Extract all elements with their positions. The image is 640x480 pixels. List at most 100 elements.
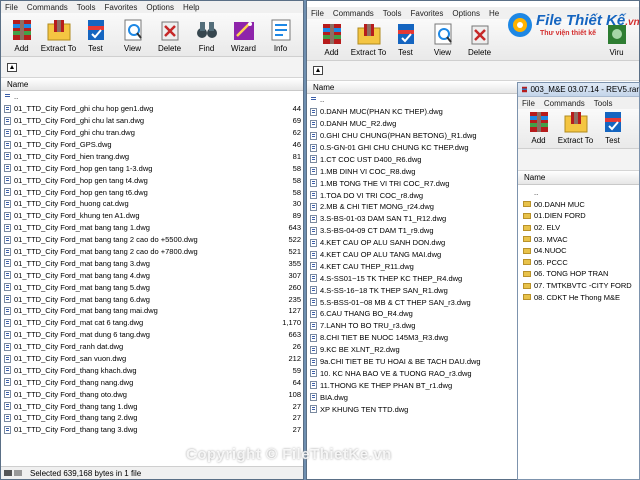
menu-bar: File Commands Tools [518, 97, 639, 109]
table-row[interactable]: 01_TTD_City Ford_thang tang 1.dwg 27 [1, 400, 303, 412]
title-bar[interactable]: 003_M&E 03.07.14 - REV5.rar [518, 83, 639, 97]
table-row[interactable]: 01_TTD_City Ford_hop gen tang 1-3.dwg 58 [1, 162, 303, 174]
add-button[interactable]: Add [520, 110, 557, 148]
test-icon [87, 20, 104, 40]
table-row[interactable]: 01_TTD_City Ford_thang tang 3.dwg 27 [1, 424, 303, 436]
table-row[interactable]: 01_TTD_City Ford_thang nang.dwg 64 [1, 376, 303, 388]
table-row[interactable]: 01_TTD_City Ford_hien trang.dwg 81 [1, 150, 303, 162]
table-row[interactable]: 01_TTD_City Ford_thang oto.dwg 108 [1, 388, 303, 400]
table-row[interactable]: 01_TTD_City Ford_thang tang 2.dwg 27 [1, 412, 303, 424]
column-header-name[interactable]: Name [518, 171, 639, 185]
dwg-file-icon [4, 223, 11, 232]
find-label: Find [198, 44, 215, 53]
menu-commands[interactable]: Commands [27, 3, 68, 12]
menu-commands[interactable]: Commands [544, 99, 585, 108]
table-row[interactable]: 01_TTD_City Ford_mat bang tang 2 cao do … [1, 246, 303, 258]
table-row[interactable]: 01_TTD_City Ford_mat bang tang 1.dwg 643 [1, 222, 303, 234]
extract-to-button[interactable]: Extract To [350, 22, 387, 60]
table-row[interactable]: 01_TTD_City Ford_khung ten A1.dwg 89 [1, 210, 303, 222]
view-button[interactable]: View [424, 22, 461, 60]
archive-window-main[interactable]: File Commands Tools Favorites Options He… [0, 0, 304, 480]
list-item[interactable]: 06. TONG HOP TRAN [518, 268, 639, 280]
test-button[interactable]: Test [387, 22, 424, 60]
extract-to-button[interactable]: Extract To [40, 18, 77, 56]
folder-icon [523, 282, 531, 289]
folder-name: 07. TMTKBVTC -CITY FORD [534, 281, 632, 291]
table-row[interactable]: 01_TTD_City Ford_mat bang tang 4.dwg 307 [1, 269, 303, 281]
delete-button[interactable]: Delete [151, 18, 188, 56]
wizard-button[interactable]: Wizard [225, 18, 262, 56]
list-item[interactable]: 04.NUOC [518, 245, 639, 257]
list-item[interactable]: 01.DIEN FORD [518, 210, 639, 222]
list-item[interactable]: 08. CDKT He Thong M&E [518, 291, 639, 303]
table-row[interactable]: 01_TTD_City Ford_ghi chu hop gen1.dwg 44 [1, 103, 303, 115]
file-size: 58 [292, 187, 301, 197]
up-folder-button[interactable] [313, 66, 323, 75]
dwg-file-icon [4, 402, 11, 411]
list-item[interactable]: .. [518, 187, 639, 199]
table-row[interactable]: 01_TTD_City Ford_huong cat.dwg 30 [1, 198, 303, 210]
menu-tools[interactable]: Tools [383, 9, 402, 18]
dwg-file-icon [310, 333, 317, 342]
menu-file[interactable]: File [311, 9, 324, 18]
extract-to-button[interactable]: Extract To [557, 110, 594, 148]
test-icon [397, 24, 414, 44]
menu-options[interactable]: Options [146, 3, 174, 12]
table-row[interactable]: 01_TTD_City Ford_hop gen tang t4.dwg 58 [1, 174, 303, 186]
list-item[interactable]: 05. PCCC [518, 257, 639, 269]
menu-file[interactable]: File [522, 99, 535, 108]
list-item[interactable]: 02. ELV [518, 222, 639, 234]
test-button[interactable]: Test [594, 110, 631, 148]
add-button[interactable]: Add [313, 22, 350, 60]
table-row[interactable]: .. [1, 91, 303, 103]
find-button[interactable]: Find [188, 18, 225, 56]
table-row[interactable]: 01_TTD_City Ford_mat bang tang 3.dwg 355 [1, 257, 303, 269]
delete-button[interactable]: Delete [461, 22, 498, 60]
dwg-file-icon [4, 247, 11, 256]
menu-favorites[interactable]: Favorites [104, 3, 137, 12]
dwg-file-icon [310, 131, 317, 140]
file-list: .. 01_TTD_City Ford_ghi chu hop gen1.dwg 4… [1, 91, 303, 436]
table-row[interactable]: 01_TTD_City Ford_mat bang tang 5.dwg 260 [1, 281, 303, 293]
info-button[interactable]: Info [262, 18, 299, 56]
test-button[interactable]: Test [77, 18, 114, 56]
dwg-file-icon [4, 259, 11, 268]
window-title: 003_M&E 03.07.14 - REV5.rar [530, 85, 639, 94]
menu-options[interactable]: Options [452, 9, 480, 18]
table-row[interactable]: 01_TTD_City Ford_san vuon.dwg 212 [1, 353, 303, 365]
table-row[interactable]: 01_TTD_City Ford_ghi chu tran.dwg 62 [1, 127, 303, 139]
file-size: 89 [292, 211, 301, 221]
menu-help[interactable]: He [489, 9, 499, 18]
dwg-file-icon [310, 321, 317, 330]
test-label: Test [398, 48, 413, 57]
menu-help[interactable]: Help [183, 3, 199, 12]
file-name: 01_TTD_City Ford_ghi chu tran.dwg [14, 128, 135, 138]
dwg-file-icon [310, 214, 317, 223]
column-header-name[interactable]: Name [1, 78, 303, 91]
file-name: 01_TTD_City Ford_ghi chu lat san.dwg [14, 116, 145, 126]
archive-window-me[interactable]: 003_M&E 03.07.14 - REV5.rar File Command… [517, 82, 640, 480]
table-row[interactable]: 01_TTD_City Ford_ranh dat.dwg 26 [1, 341, 303, 353]
table-row[interactable]: 01_TTD_City Ford_thang khach.dwg 59 [1, 364, 303, 376]
menu-tools[interactable]: Tools [77, 3, 96, 12]
table-row[interactable]: 01_TTD_City Ford_hop gen tang t6.dwg 58 [1, 186, 303, 198]
table-row[interactable]: 01_TTD_City Ford_mat dung 6 tang.dwg 663 [1, 329, 303, 341]
view-button[interactable]: View [114, 18, 151, 56]
menu-tools[interactable]: Tools [594, 99, 613, 108]
dwg-file-icon [4, 188, 11, 197]
list-item[interactable]: 03. MVAC [518, 233, 639, 245]
table-row[interactable]: 01_TTD_City Ford_mat bang tang 6.dwg 235 [1, 293, 303, 305]
list-item[interactable]: 07. TMTKBVTC -CITY FORD [518, 280, 639, 292]
add-button[interactable]: Add [3, 18, 40, 56]
logo-name: File Thiết Kế [536, 12, 626, 29]
table-row[interactable]: 01_TTD_City Ford_mat bang tang mai.dwg 12… [1, 305, 303, 317]
table-row[interactable]: 01_TTD_City Ford_ghi chu lat san.dwg 69 [1, 115, 303, 127]
menu-commands[interactable]: Commands [333, 9, 374, 18]
table-row[interactable]: 01_TTD_City Ford_mat cat 6 tang.dwg 1,170 [1, 317, 303, 329]
up-folder-button[interactable] [7, 62, 17, 72]
list-item[interactable]: 00.DANH MUC [518, 199, 639, 211]
menu-file[interactable]: File [5, 3, 18, 12]
menu-favorites[interactable]: Favorites [410, 9, 443, 18]
table-row[interactable]: 01_TTD_City Ford_mat bang tang 2 cao do … [1, 234, 303, 246]
table-row[interactable]: 01_TTD_City Ford_GPS.dwg 46 [1, 139, 303, 151]
